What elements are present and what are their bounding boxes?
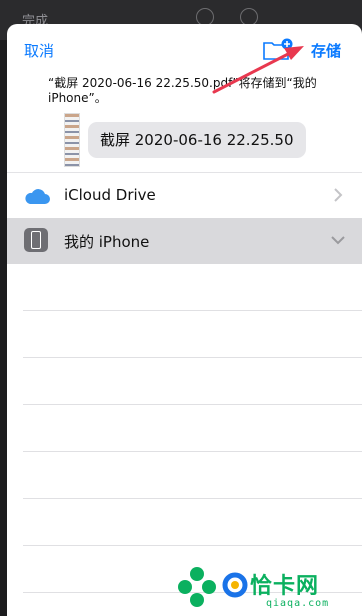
save-destination-message: “截屏 2020-06-16 22.25.50.pdf”将存储到“我的 iPho… xyxy=(48,76,317,105)
list-separator xyxy=(23,264,362,311)
filename-field[interactable]: 截屏 2020-06-16 22.25.50 xyxy=(88,122,306,158)
chevron-right-icon xyxy=(334,188,343,202)
location-row-icloud-drive[interactable]: iCloud Drive xyxy=(7,172,362,219)
watermark: 恰卡网 qiaqa.com xyxy=(176,566,362,616)
watermark-subtitle: qiaqa.com xyxy=(266,598,330,609)
watermark-ring-logo xyxy=(222,572,248,598)
empty-list-rows xyxy=(23,264,362,593)
location-label: 我的 iPhone xyxy=(64,233,150,251)
cancel-button[interactable]: 取消 xyxy=(24,40,54,61)
list-separator xyxy=(23,311,362,358)
icloud-icon xyxy=(25,189,50,204)
chevron-down-icon xyxy=(331,236,345,245)
list-separator xyxy=(23,358,362,405)
location-row-my-iphone[interactable]: 我的 iPhone xyxy=(7,218,362,264)
save-button[interactable]: 存储 xyxy=(311,40,341,61)
save-sheet: 取消 存储 “截屏 2020-06-16 22.25.50.pdf”将存储到“我… xyxy=(7,24,362,616)
folder-add-icon[interactable] xyxy=(263,38,293,60)
list-separator xyxy=(23,452,362,499)
location-label: iCloud Drive xyxy=(64,186,156,204)
iphone-icon xyxy=(24,228,48,252)
list-separator xyxy=(23,405,362,452)
watermark-title: 恰卡网 xyxy=(250,574,320,599)
list-separator xyxy=(23,499,362,546)
file-thumbnail xyxy=(64,113,80,167)
watermark-leaf-logo xyxy=(178,567,216,607)
